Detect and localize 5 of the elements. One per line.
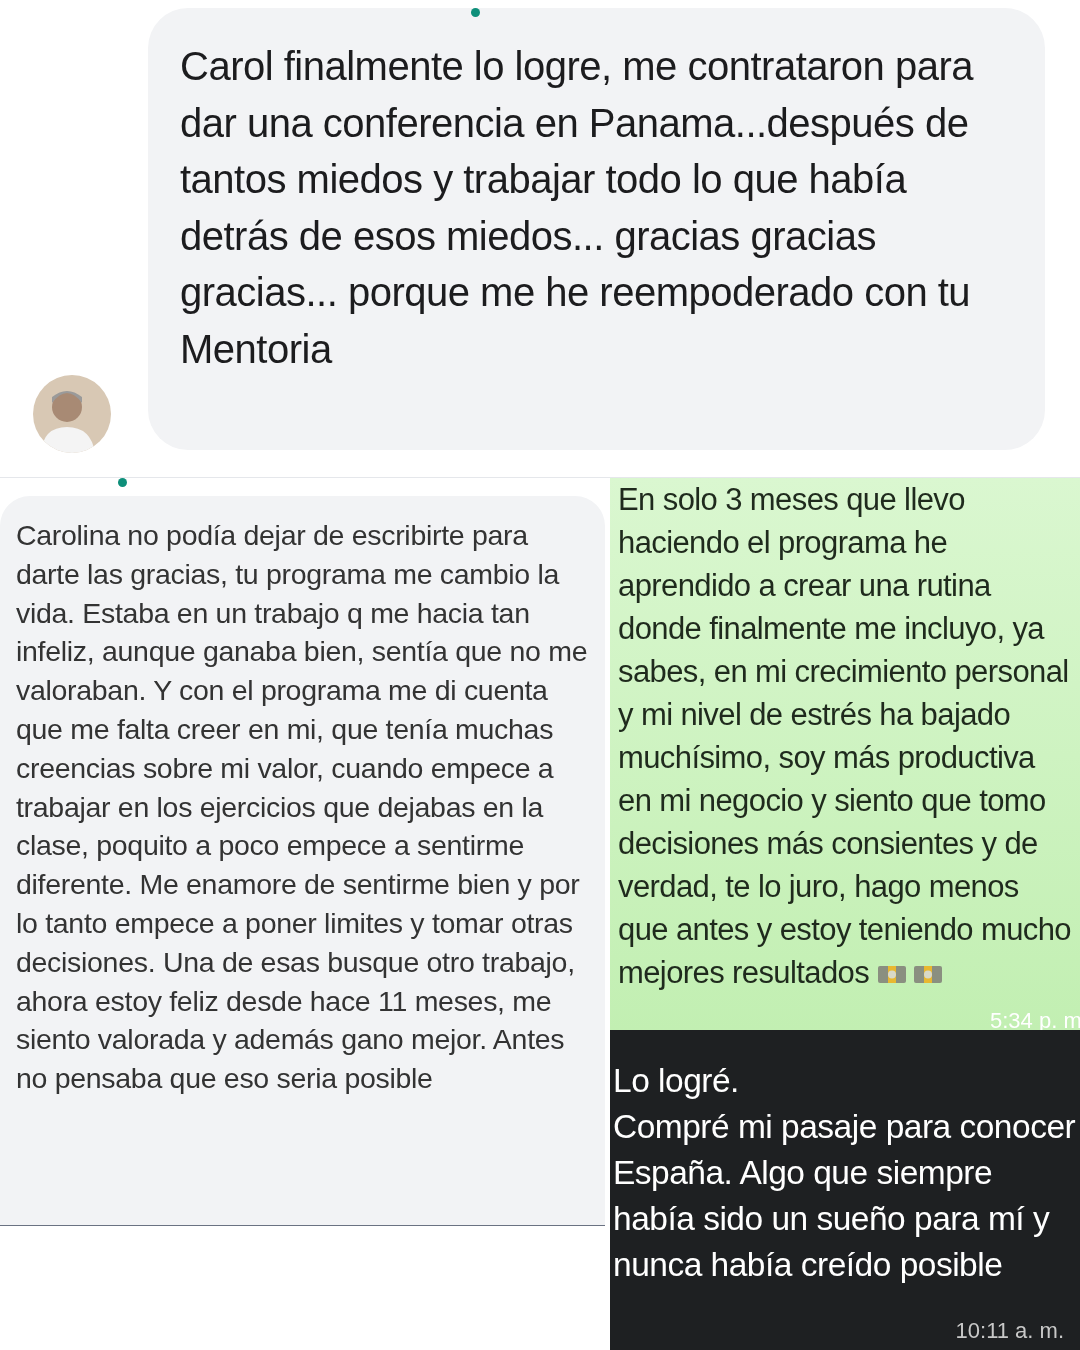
message-text: Carolina no podía dejar de escribirte para darte las gracias, tu programa me cambio la vida. Estaba en un trabajo q me hacia tan infeliz, aunque ganaba bien, sentía que no me valoraban. Y con el programa me di cuenta que me falta creer en mi, que tenía muchas creencias sobre mi valor, cuando empece a trabajar en los ejercicios que dejabas en la clase, poquito a poco empece a sentirme diferente. Me enamore de sentirme bien y por lo tanto empece a poner limites y tomar otras decisiones. Una de esas busque otro trabajo, ahora estoy feliz desde hace 11 meses, me siento valorada y además gano mejor. Antes no pensaba que eso seria posible — [16, 518, 589, 1097]
message-text: Carol finalmente lo logre, me contrataron para dar una conferencia en Panama...después de tantos miedos y trabajar todo lo que había detrás de esos miedos... gracias gracias gracias... porque me he reempoderado con tu Mentoria — [180, 43, 975, 373]
message-text: En solo 3 meses que llevo haciendo el programa he aprendido a crear una rutina donde finalmente me incluyo, ya sabes, en mi crecimiento personal y mi nivel de estrés ha bajado muchísimo, soy más productiva en mi negocio y siento que tomo decisiones más consientes y de verdad, te lo juro, hago menos que antes y estoy teniendo mucho mejores resultados — [618, 481, 1072, 992]
message-text: Lo logré. Compré mi pasaje para conocer España. Algo que siempre había sido un sueño para mí y nunca había creído posible — [613, 1061, 1077, 1285]
message-time: 10:11 a. m. — [955, 1318, 1064, 1344]
